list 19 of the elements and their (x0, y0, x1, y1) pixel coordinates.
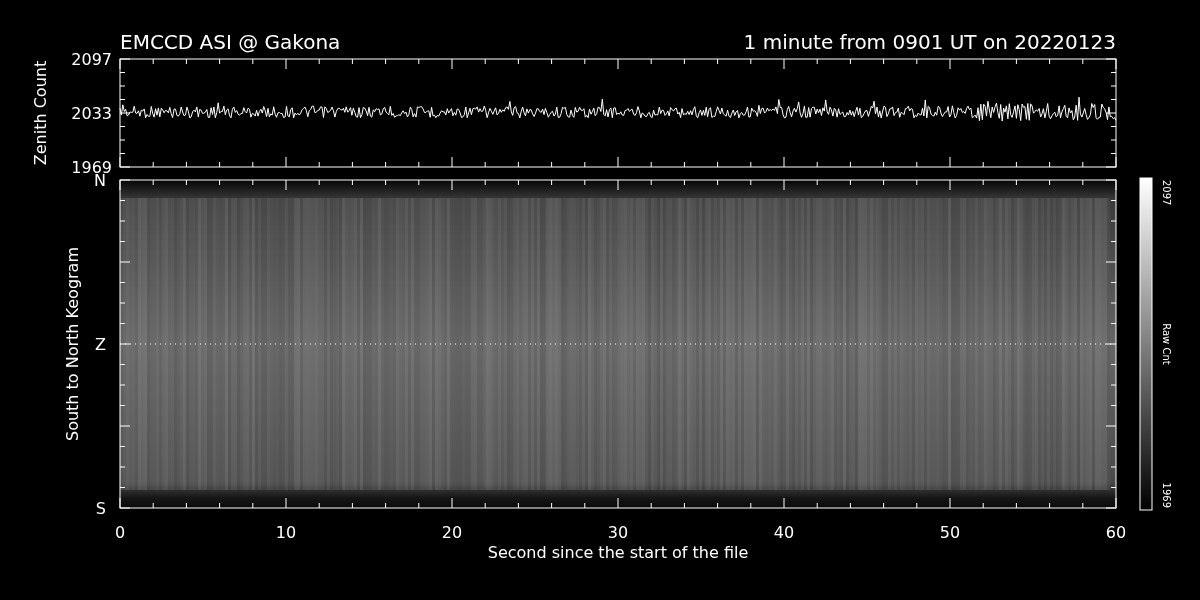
colorbar-max-label: 2097 (1161, 180, 1172, 206)
x-tick-label: 60 (1105, 523, 1127, 542)
y-tick-label: S (95, 499, 106, 518)
y-axis-label: Zenith Count (31, 60, 50, 166)
x-tick-label: 20 (441, 523, 463, 542)
y-tick-label: 2097 (71, 50, 112, 69)
x-tick-label: 50 (939, 523, 961, 542)
x-tick-label: 10 (275, 523, 297, 542)
x-tick-label: 40 (773, 523, 795, 542)
plot-title: EMCCD ASI @ Gakona (120, 30, 341, 54)
plot-subtitle: 1 minute from 0901 UT on 20220123 (743, 30, 1116, 54)
x-tick-label: 30 (607, 523, 629, 542)
x-axis-label: Second since the start of the file (487, 543, 749, 562)
y-tick-label: Z (95, 335, 106, 354)
colorbar-min-label: 1969 (1161, 482, 1172, 508)
colorbar-label: Raw Cnt (1161, 323, 1172, 365)
x-tick-label: 0 (114, 523, 126, 542)
y-tick-label: 2033 (71, 104, 112, 123)
y-axis-label: South to North Keogram (63, 247, 82, 441)
